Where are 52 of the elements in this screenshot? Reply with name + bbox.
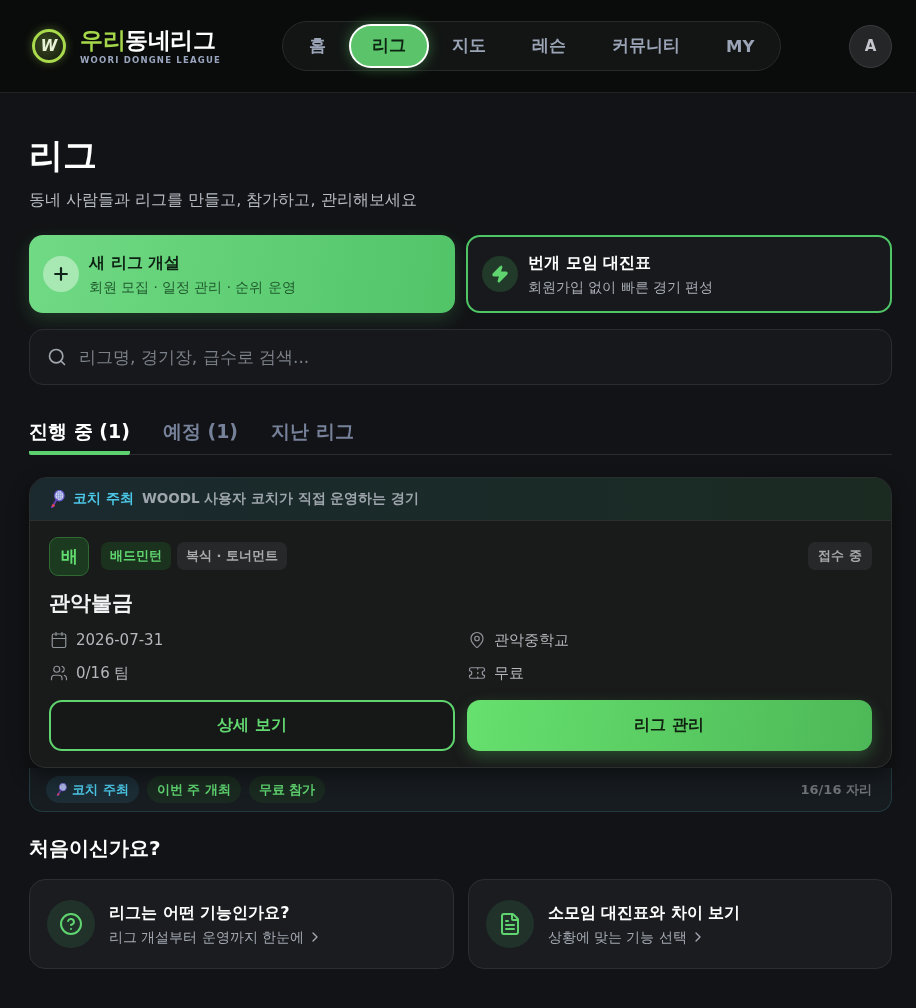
search-icon	[47, 347, 67, 367]
map-pin-icon	[467, 631, 486, 649]
brand-title: 우리동네리그	[80, 27, 216, 53]
filter-tab[interactable]: 진행 중 (1)	[29, 407, 130, 455]
ticket-icon	[467, 664, 486, 682]
banner-label: 코치 주최	[73, 490, 134, 508]
status-badge: 접수 중	[808, 542, 872, 570]
question-icon	[47, 900, 95, 948]
manage-button[interactable]: 리그 관리	[466, 700, 872, 751]
lightning-icon	[482, 256, 518, 292]
league-title: 관악불금	[49, 590, 134, 617]
filter-tab[interactable]: 예정 (1)	[162, 407, 239, 455]
racket-icon	[56, 782, 67, 797]
info-chip: 무료 참가	[248, 776, 326, 803]
slots-text: 16/16 자리	[800, 780, 872, 799]
info-chip: 이번 주 개최	[146, 776, 241, 803]
help-subtitle: 리그 개설부터 운영까지 한눈에	[109, 927, 305, 947]
section-title: 처음이신가요?	[29, 835, 162, 862]
sport-tag: 배드민턴	[101, 542, 171, 570]
document-icon	[485, 900, 534, 948]
page-title: 리그	[29, 134, 98, 177]
quick-bracket-button[interactable]: 번개 모임 대진표 회원가입 없이 빠른 경기 편성	[466, 235, 892, 313]
info-text: 2026-07-31	[76, 631, 164, 649]
details-button[interactable]: 상세 보기	[49, 700, 455, 751]
nav-tab[interactable]: MY	[703, 24, 778, 68]
banner-text: WOODL 사용자 코치가 직접 운영하는 경기	[141, 490, 420, 508]
nav-tab[interactable]: 커뮤니티	[589, 24, 703, 68]
plus-icon	[43, 256, 79, 292]
filter-tab[interactable]: 지난 리그	[271, 407, 354, 455]
info-text: 무료	[493, 663, 524, 683]
info-text: 관악중학교	[493, 630, 569, 650]
chip-label: 코치 주최	[72, 780, 129, 799]
brand-subtitle: WOORI DONGNE LEAGUE	[80, 55, 222, 65]
help-card[interactable]: 소모임 대진표와 차이 보기 상황에 맞는 기능 선택	[467, 879, 892, 969]
nav-tab[interactable]: 레슨	[509, 24, 589, 68]
nav-tab[interactable]: 리그	[349, 24, 429, 68]
sport-initial: 배	[49, 536, 89, 576]
create-league-button[interactable]: 새 리그 개설 회원 모집 · 일정 관리 · 순위 운영	[29, 235, 455, 313]
calendar-icon	[50, 631, 68, 649]
search-field[interactable]: 리그명, 경기장, 급수로 검색...	[29, 329, 892, 385]
info-text: 0/16 팀	[76, 663, 130, 683]
users-icon	[50, 664, 68, 682]
format-tag: 복식 · 토너먼트	[177, 542, 287, 570]
racket-icon	[50, 489, 65, 509]
help-subtitle: 상황에 맞는 기능 선택	[547, 927, 687, 947]
nav-tab[interactable]: 홈	[286, 24, 349, 68]
help-card[interactable]: 리그는 어떤 기능인가요? 리그 개설부터 운영까지 한눈에	[29, 879, 454, 969]
league-card[interactable]: 코치 주최 WOODL 사용자 코치가 직접 운영하는 경기 배 배드민턴 복식 · 토너먼트 접수 중 관악불금 2026-07-31 관악중학교 0/16 팀 무료 상세 보기 리그 관리	[29, 477, 892, 768]
page-subtitle: 동네 사람들과 리그를 만들고, 참가하고, 관리해보세요	[29, 189, 418, 211]
logo-mark: W	[32, 29, 66, 63]
avatar-button[interactable]: A	[849, 24, 892, 68]
nav-tab[interactable]: 지도	[429, 24, 509, 68]
